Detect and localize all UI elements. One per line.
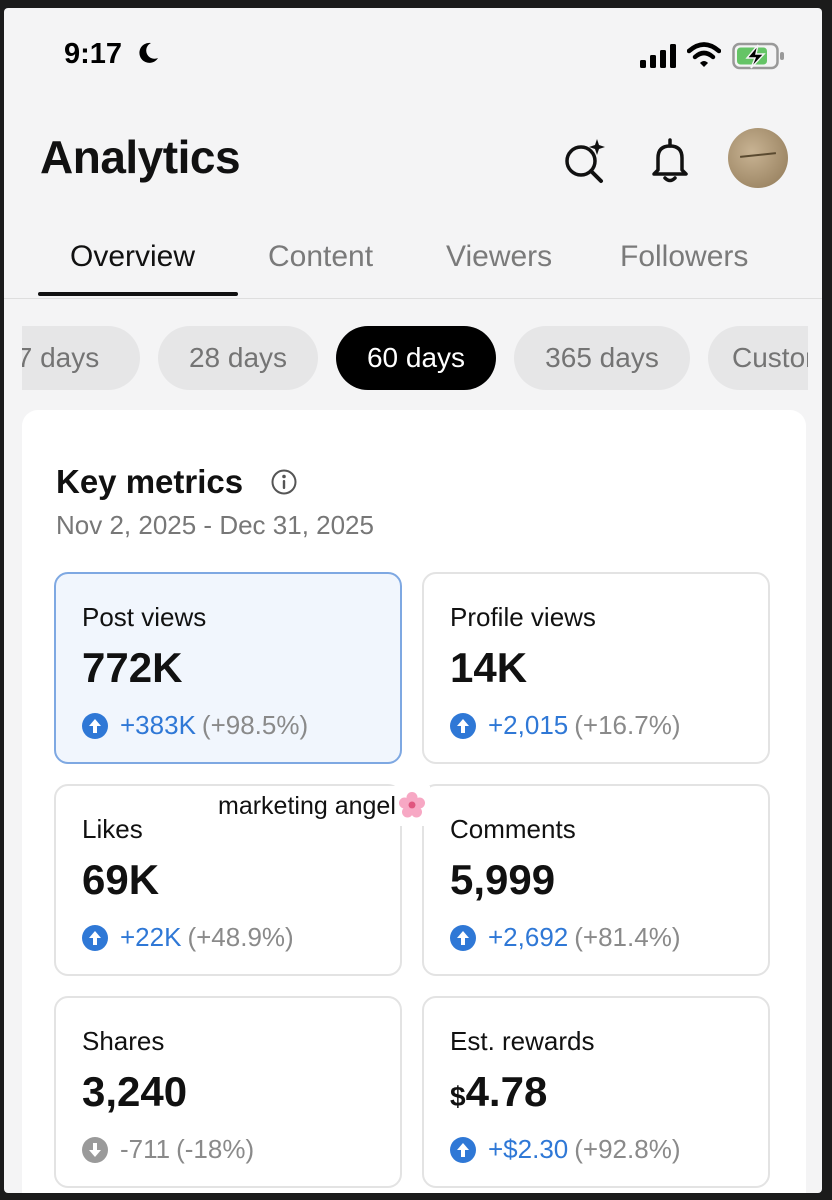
metric-delta: +22K — [120, 922, 182, 952]
metric-profile-views[interactable]: Profile views 14K +2,015 (+16.7%) — [422, 572, 770, 764]
tab-viewers[interactable]: Viewers — [446, 240, 552, 274]
arrow-up-icon — [450, 924, 476, 951]
chip-60-days[interactable]: 60 days — [336, 326, 496, 390]
metric-value: 69K — [82, 856, 160, 903]
metric-percent: (+81.4%) — [574, 922, 681, 952]
tab-followers[interactable]: Followers — [620, 240, 748, 274]
metric-change: +2,692 (+81.4%) — [450, 922, 680, 953]
metric-percent: (+98.5%) — [201, 710, 309, 740]
chip-custom[interactable]: Custom — [708, 326, 808, 390]
metric-value: 772K — [82, 644, 183, 691]
chip-365-days[interactable]: 365 days — [514, 326, 690, 390]
active-tab-indicator — [38, 292, 238, 296]
metric-value: $4.78 — [450, 1068, 547, 1116]
key-metrics-title: Key metrics — [56, 463, 244, 500]
metric-value: 14K — [450, 644, 528, 691]
page-title: Analytics — [40, 131, 241, 183]
metric-percent: (+16.7%) — [574, 710, 681, 740]
metric-value: 3,240 — [82, 1068, 188, 1115]
date-range-text: Nov 2, 2025 - Dec 31, 2025 — [56, 510, 374, 540]
tab-divider — [4, 298, 822, 299]
metric-change: +2,015 (+16.7%) — [450, 710, 680, 741]
arrow-up-icon — [82, 712, 108, 739]
metric-value: 5,999 — [450, 856, 556, 903]
metric-delta: +2,015 — [488, 710, 569, 740]
metric-change: +$2.30 (+92.8%) — [450, 1134, 680, 1165]
tab-overview[interactable]: Overview — [70, 240, 195, 274]
metric-delta: +2,692 — [488, 922, 569, 952]
metric-change: -711 (-18%) — [82, 1134, 254, 1165]
metric-label: Est. rewards — [450, 1026, 595, 1056]
metric-post-views[interactable]: Post views 772K +383K (+98.5%) — [54, 572, 402, 764]
overlay-caption-text: marketing angel — [218, 792, 396, 820]
metric-change: +383K (+98.5%) — [82, 710, 308, 741]
metric-comments[interactable]: Comments 5,999 +2,692 (+81.4%) — [422, 784, 770, 976]
cellular-signal-icon — [640, 44, 676, 68]
metric-percent: (+92.8%) — [574, 1134, 681, 1164]
cherry-blossom-icon — [398, 792, 425, 818]
chip-28-days[interactable]: 28 days — [158, 326, 318, 390]
metric-label: Profile views — [450, 602, 596, 632]
date-range-selector: 7 days 28 days 60 days 365 days Custom — [22, 326, 808, 396]
arrow-down-icon — [82, 1136, 108, 1163]
bell-icon[interactable] — [646, 136, 694, 184]
metric-delta: +383K — [120, 710, 196, 740]
currency-symbol: $ — [450, 1081, 466, 1112]
metric-delta: -711 — [120, 1134, 171, 1164]
arrow-up-icon — [450, 712, 476, 739]
chip-7-days[interactable]: 7 days — [22, 326, 140, 390]
metric-label: Comments — [450, 814, 576, 844]
metric-percent: (-18%) — [176, 1134, 255, 1164]
info-icon[interactable] — [270, 468, 298, 496]
metric-label: Likes — [82, 814, 143, 844]
wifi-icon — [687, 42, 721, 67]
avatar[interactable] — [728, 128, 788, 188]
metric-label: Shares — [82, 1026, 165, 1056]
ai-search-icon[interactable] — [560, 136, 608, 184]
battery-charging-icon — [732, 42, 784, 70]
overlay-caption: marketing angel — [214, 786, 430, 826]
status-time: 9:17 — [64, 38, 123, 70]
metric-change: +22K (+48.9%) — [82, 922, 294, 953]
metric-amount: 4.78 — [465, 1068, 548, 1115]
metric-delta: +$2.30 — [488, 1134, 569, 1164]
metric-shares[interactable]: Shares 3,240 -711 (-18%) — [54, 996, 402, 1188]
metric-percent: (+48.9%) — [187, 922, 294, 952]
arrow-up-icon — [450, 1136, 476, 1163]
metric-label: Post views — [82, 602, 207, 632]
metric-est-rewards[interactable]: Est. rewards $4.78 +$2.30 (+92.8%) — [422, 996, 770, 1188]
tab-content[interactable]: Content — [268, 240, 373, 274]
app-screen: 9:17 Analytics Overview Content Viewers … — [4, 8, 822, 1193]
moon-icon — [139, 42, 158, 63]
arrow-up-icon — [82, 924, 108, 951]
